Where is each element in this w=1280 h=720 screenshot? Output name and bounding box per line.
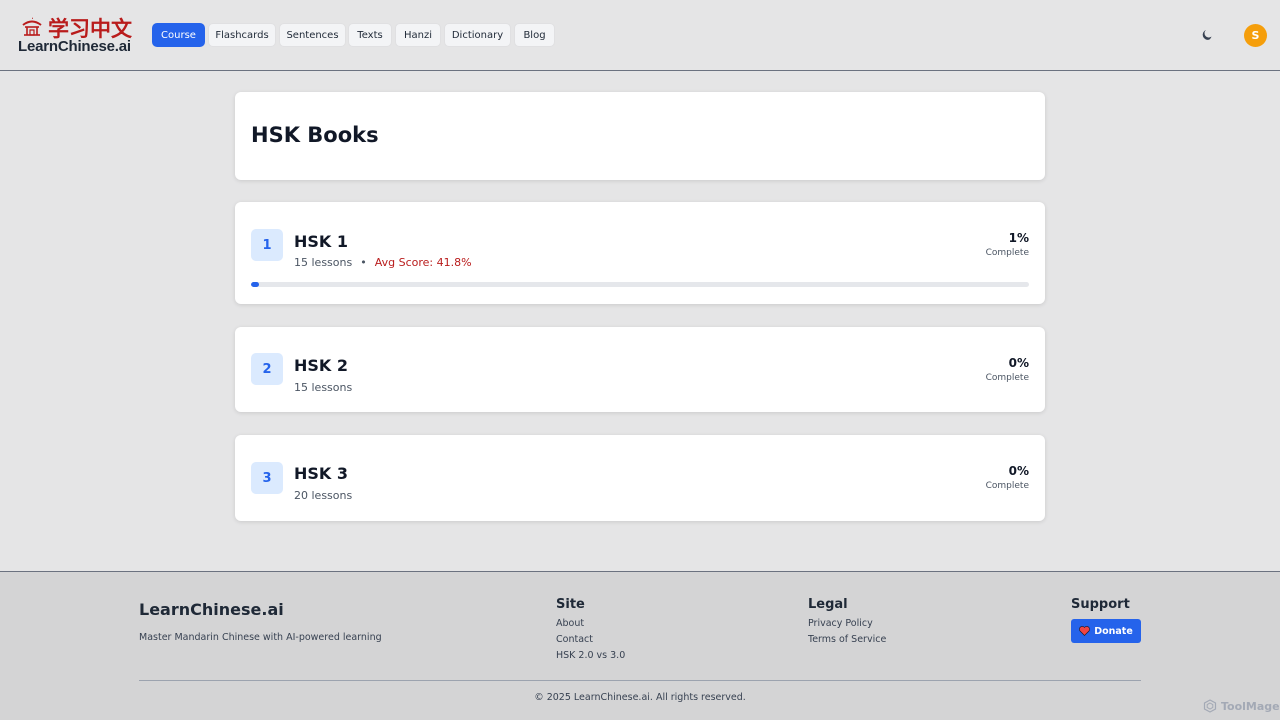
progress-bar-fill	[251, 282, 259, 287]
nav-sentences[interactable]: Sentences	[279, 23, 346, 47]
hexagon-logo-icon	[1203, 699, 1217, 713]
footer-site-column: Site About Contact HSK 2.0 vs 3.0	[556, 597, 625, 664]
avg-score: Avg Score: 41.8%	[374, 256, 472, 269]
completion-label: Complete	[985, 481, 1029, 491]
page-title: HSK Books	[251, 123, 379, 147]
book-number-badge: 3	[251, 462, 283, 494]
book-card-hsk3[interactable]: 3 HSK 3 20 lessons 0% Complete	[235, 435, 1045, 521]
moon-icon[interactable]	[1200, 28, 1214, 42]
completion-label: Complete	[985, 248, 1029, 258]
pagoda-icon	[22, 17, 42, 36]
completion-percent: 1%	[1008, 231, 1029, 245]
book-card-hsk2[interactable]: 2 HSK 2 15 lessons 0% Complete	[235, 327, 1045, 412]
footer-site-heading: Site	[556, 597, 585, 612]
nav-dictionary[interactable]: Dictionary	[444, 23, 511, 47]
book-meta: 15 lessons • Avg Score: 41.8%	[294, 256, 472, 269]
footer-legal-heading: Legal	[808, 597, 848, 612]
lesson-count: 20 lessons	[294, 489, 353, 502]
footer-tagline: Master Mandarin Chinese with AI-powered …	[139, 632, 382, 643]
completion-label: Complete	[985, 373, 1029, 383]
footer-link-about[interactable]: About	[556, 616, 625, 632]
nav-flashcards[interactable]: Flashcards	[208, 23, 276, 47]
completion-percent: 0%	[1008, 356, 1029, 370]
book-card-hsk1[interactable]: 1 HSK 1 15 lessons • Avg Score: 41.8% 1%…	[235, 202, 1045, 304]
nav-course[interactable]: Course	[152, 23, 205, 47]
footer-support-heading: Support	[1071, 597, 1130, 612]
donate-button[interactable]: Donate	[1071, 619, 1141, 643]
completion-percent: 0%	[1008, 464, 1029, 478]
book-meta: 20 lessons	[294, 489, 352, 502]
watermark-text: ToolMage	[1221, 699, 1280, 713]
page-title-card: HSK Books	[235, 92, 1045, 180]
footer-link-hsk-compare[interactable]: HSK 2.0 vs 3.0	[556, 648, 625, 664]
footer-link-terms[interactable]: Terms of Service	[808, 632, 886, 648]
book-title: HSK 2	[294, 356, 349, 375]
footer-link-contact[interactable]: Contact	[556, 632, 625, 648]
logo-english-text: LearnChinese.ai	[18, 38, 131, 55]
heart-icon	[1079, 626, 1091, 636]
footer-link-privacy[interactable]: Privacy Policy	[808, 616, 886, 632]
copyright-text: © 2025 LearnChinese.ai. All rights reser…	[534, 692, 746, 703]
nav-texts[interactable]: Texts	[348, 23, 392, 47]
footer-support-column: Support	[1071, 597, 1130, 616]
user-avatar[interactable]: S	[1244, 24, 1267, 47]
footer-legal-column: Legal Privacy Policy Terms of Service	[808, 597, 886, 648]
nav-blog[interactable]: Blog	[514, 23, 555, 47]
site-logo[interactable]: 学习中文 LearnChinese.ai	[18, 13, 134, 57]
book-title: HSK 1	[294, 232, 349, 251]
book-number-badge: 1	[251, 229, 283, 261]
footer-brand: LearnChinese.ai	[139, 600, 284, 619]
top-header: 学习中文 LearnChinese.ai Course Flashcards S…	[0, 0, 1280, 71]
site-footer: LearnChinese.ai Master Mandarin Chinese …	[0, 571, 1280, 720]
nav-hanzi[interactable]: Hanzi	[395, 23, 441, 47]
lesson-count: 15 lessons	[294, 256, 353, 269]
meta-separator: •	[360, 256, 367, 269]
donate-label: Donate	[1094, 625, 1133, 637]
book-title: HSK 3	[294, 464, 349, 483]
book-number-badge: 2	[251, 353, 283, 385]
footer-divider	[139, 680, 1141, 681]
lesson-count: 15 lessons	[294, 381, 353, 394]
progress-bar	[251, 282, 1029, 287]
watermark: ToolMage	[1203, 699, 1280, 713]
book-meta: 15 lessons	[294, 381, 352, 394]
